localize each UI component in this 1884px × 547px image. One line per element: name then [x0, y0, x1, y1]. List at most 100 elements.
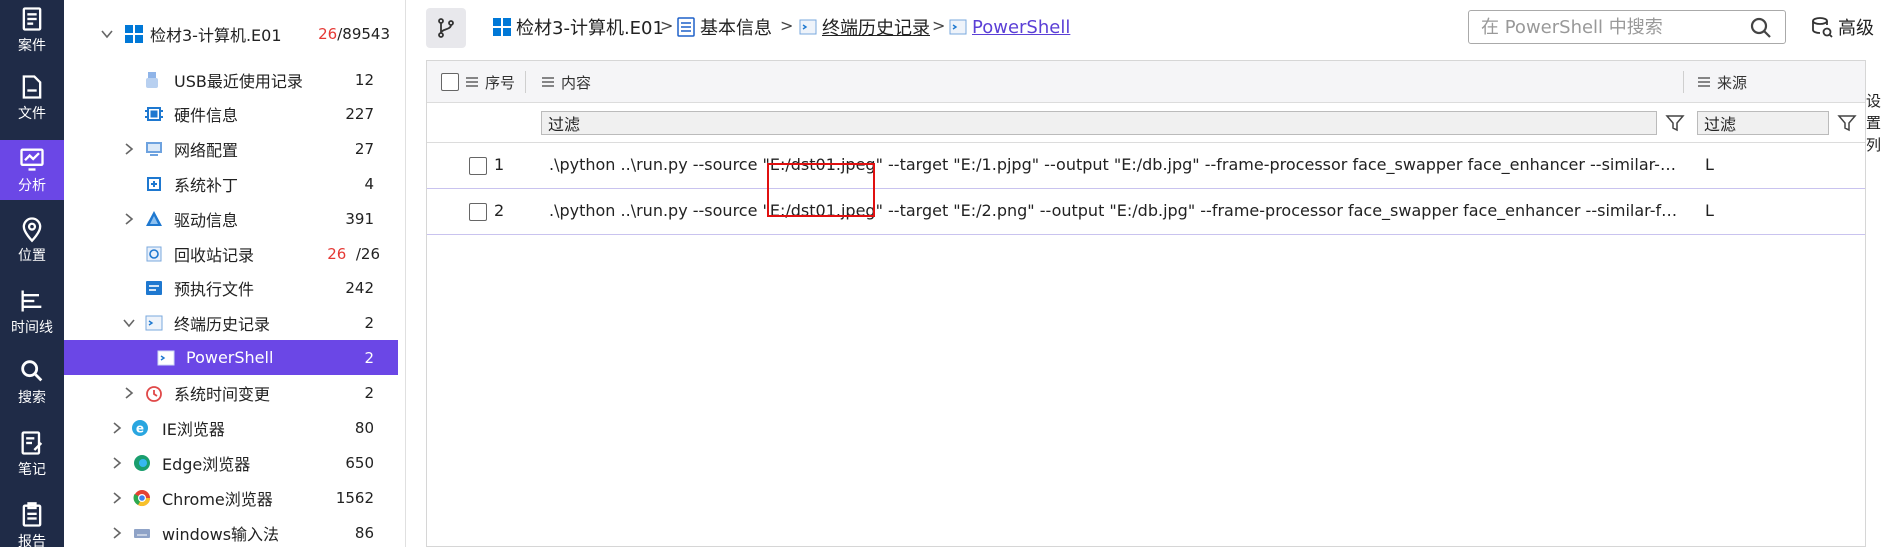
rail-item-analysis[interactable]: 分析 — [0, 140, 64, 200]
column-menu-icon[interactable] — [541, 76, 555, 88]
rail-item-search[interactable]: 搜索 — [0, 352, 64, 412]
column-resize-handle[interactable] — [1683, 71, 1684, 93]
rail-item-file[interactable]: 文件 — [0, 68, 64, 128]
tree-node-chrome[interactable]: Chrome浏览器 1562 — [64, 480, 398, 515]
tree-node-recycle-bin[interactable]: 回收站记录 26 /26 — [64, 236, 398, 271]
tree-node-hardware[interactable]: 硬件信息 227 — [64, 96, 398, 131]
database-search-icon — [1812, 17, 1833, 38]
rail-item-location[interactable]: 位置 — [0, 210, 64, 270]
breadcrumb-item-powershell[interactable]: PowerShell — [948, 14, 1070, 40]
tree-node-driver[interactable]: 驱动信息 391 — [64, 201, 398, 236]
rail-item-case[interactable]: 案件 — [0, 0, 64, 60]
rail-label: 文件 — [18, 106, 46, 122]
tree-node-root[interactable]: 检材3-计算机.E01 26/89543 — [64, 16, 398, 51]
rail-item-note[interactable]: 笔记 — [0, 424, 64, 484]
git-branch-icon — [438, 18, 454, 38]
usb-icon — [146, 71, 158, 88]
tree-count: 86 — [354, 523, 374, 542]
tree-node-time-change[interactable]: 系统时间变更 2 — [64, 375, 398, 410]
header-cell-index[interactable]: 序号 — [441, 61, 515, 103]
breadcrumb-label: PowerShell — [972, 16, 1071, 38]
terminal-icon — [145, 315, 163, 330]
tree-label: Chrome浏览器 — [162, 489, 273, 509]
table-row[interactable]: 1 .\python ..\run.py --source "E:/dst01.… — [427, 143, 1865, 189]
driver-icon — [146, 210, 162, 226]
edge-icon — [134, 454, 150, 471]
rail-item-timeline[interactable]: 时间线 — [0, 282, 64, 342]
search-icon — [21, 360, 43, 382]
tree-node-network[interactable]: 网络配置 27 — [64, 131, 398, 166]
tree-node-ime[interactable]: windows输入法 86 — [64, 515, 398, 547]
breadcrumb-item-terminal-history[interactable]: 终端历史记录 — [798, 14, 930, 40]
tree-node-usb[interactable]: USB最近使用记录 12 — [64, 62, 398, 97]
rail-item-report[interactable]: 报告 — [0, 496, 64, 547]
tree-node-prefetch[interactable]: 预执行文件 242 — [64, 270, 398, 305]
tree-label: windows输入法 — [162, 524, 280, 544]
advanced-label: 高级 — [1838, 18, 1874, 39]
tree-node-edge[interactable]: Edge浏览器 650 — [64, 445, 398, 480]
tree-node-ie[interactable]: e IE浏览器 80 — [64, 410, 398, 445]
filter-placeholder: 过滤 — [548, 115, 581, 134]
tree-node-terminal[interactable]: 终端历史记录 2 — [64, 305, 398, 340]
tree-label: 硬件信息 — [174, 105, 239, 125]
row-checkbox[interactable] — [469, 203, 487, 221]
app-window: 案件 文件 分析 位置 时间线 搜索 笔记 报告 检材3-计算机.E01 26/… — [0, 0, 1884, 547]
chrome-icon — [133, 489, 151, 506]
header-cell-source[interactable]: 来源 — [1697, 61, 1747, 103]
timeline-icon — [21, 290, 42, 312]
source-filter-input[interactable]: 过滤 — [1697, 111, 1829, 135]
column-resize-handle[interactable] — [525, 71, 526, 93]
tree-node-patch[interactable]: 系统补丁 4 — [64, 166, 398, 201]
chevron-right-icon[interactable] — [122, 386, 136, 400]
network-icon — [146, 141, 162, 156]
row-checkbox[interactable] — [469, 157, 487, 175]
tree-count: 2 — [364, 348, 374, 367]
chevron-down-icon[interactable] — [122, 316, 136, 330]
filter-icon[interactable] — [1837, 113, 1857, 133]
filter-placeholder: 过滤 — [1704, 115, 1737, 134]
tree-node-powershell[interactable]: PowerShell 2 — [64, 340, 398, 375]
branch-button[interactable] — [426, 8, 466, 48]
row-source: L — [1705, 201, 1714, 220]
chevron-right-icon[interactable] — [110, 456, 124, 470]
column-settings-tab[interactable]: 设置列 — [1866, 90, 1884, 156]
advanced-search-button[interactable]: 高级 — [1810, 14, 1874, 40]
rail-label: 分析 — [18, 178, 46, 194]
tree-count: 2 — [364, 383, 374, 402]
breadcrumb-item-basic-info[interactable]: 基本信息 — [676, 14, 772, 40]
table-row[interactable]: 2 .\python ..\run.py --source "E:/dst01.… — [427, 189, 1865, 235]
tree-label: 回收站记录 — [174, 245, 255, 265]
column-menu-icon[interactable] — [465, 76, 479, 88]
powershell-icon — [157, 350, 175, 365]
report-icon — [22, 502, 42, 527]
powershell-icon — [949, 19, 967, 35]
header-cell-content[interactable]: 内容 — [541, 61, 591, 103]
rail-label: 搜索 — [18, 390, 46, 406]
column-header-source: 来源 — [1717, 73, 1748, 92]
file-icon — [22, 75, 42, 99]
breadcrumb-label: 检材3-计算机.E01 — [516, 18, 664, 39]
select-all-checkbox[interactable] — [441, 73, 459, 91]
chevron-down-icon[interactable] — [100, 27, 114, 41]
search-icon[interactable] — [1749, 16, 1773, 40]
breadcrumb-separator: > — [780, 16, 794, 35]
search-box — [1468, 10, 1786, 44]
content-filter-input[interactable]: 过滤 — [541, 111, 1657, 135]
chevron-right-icon[interactable] — [122, 212, 136, 226]
chevron-right-icon[interactable] — [110, 491, 124, 505]
tree-count: 26 /26 — [327, 245, 380, 263]
chevron-right-icon[interactable] — [110, 421, 124, 435]
breadcrumb-separator: > — [660, 16, 674, 35]
chevron-right-icon[interactable] — [110, 526, 124, 540]
search-input[interactable] — [1481, 16, 1741, 38]
breadcrumb-label: 终端历史记录 — [822, 18, 930, 39]
tree-label: IE浏览器 — [162, 419, 225, 439]
chevron-right-icon[interactable] — [122, 142, 136, 156]
column-menu-icon[interactable] — [1697, 76, 1711, 88]
row-index: 1 — [494, 155, 505, 174]
tree-label: PowerShell — [186, 348, 274, 367]
breadcrumb-item-evidence[interactable]: 检材3-计算机.E01 — [492, 14, 664, 40]
filter-icon[interactable] — [1665, 113, 1685, 133]
tree-label: 系统时间变更 — [174, 384, 271, 404]
tree-count-total: /26 — [355, 244, 380, 263]
